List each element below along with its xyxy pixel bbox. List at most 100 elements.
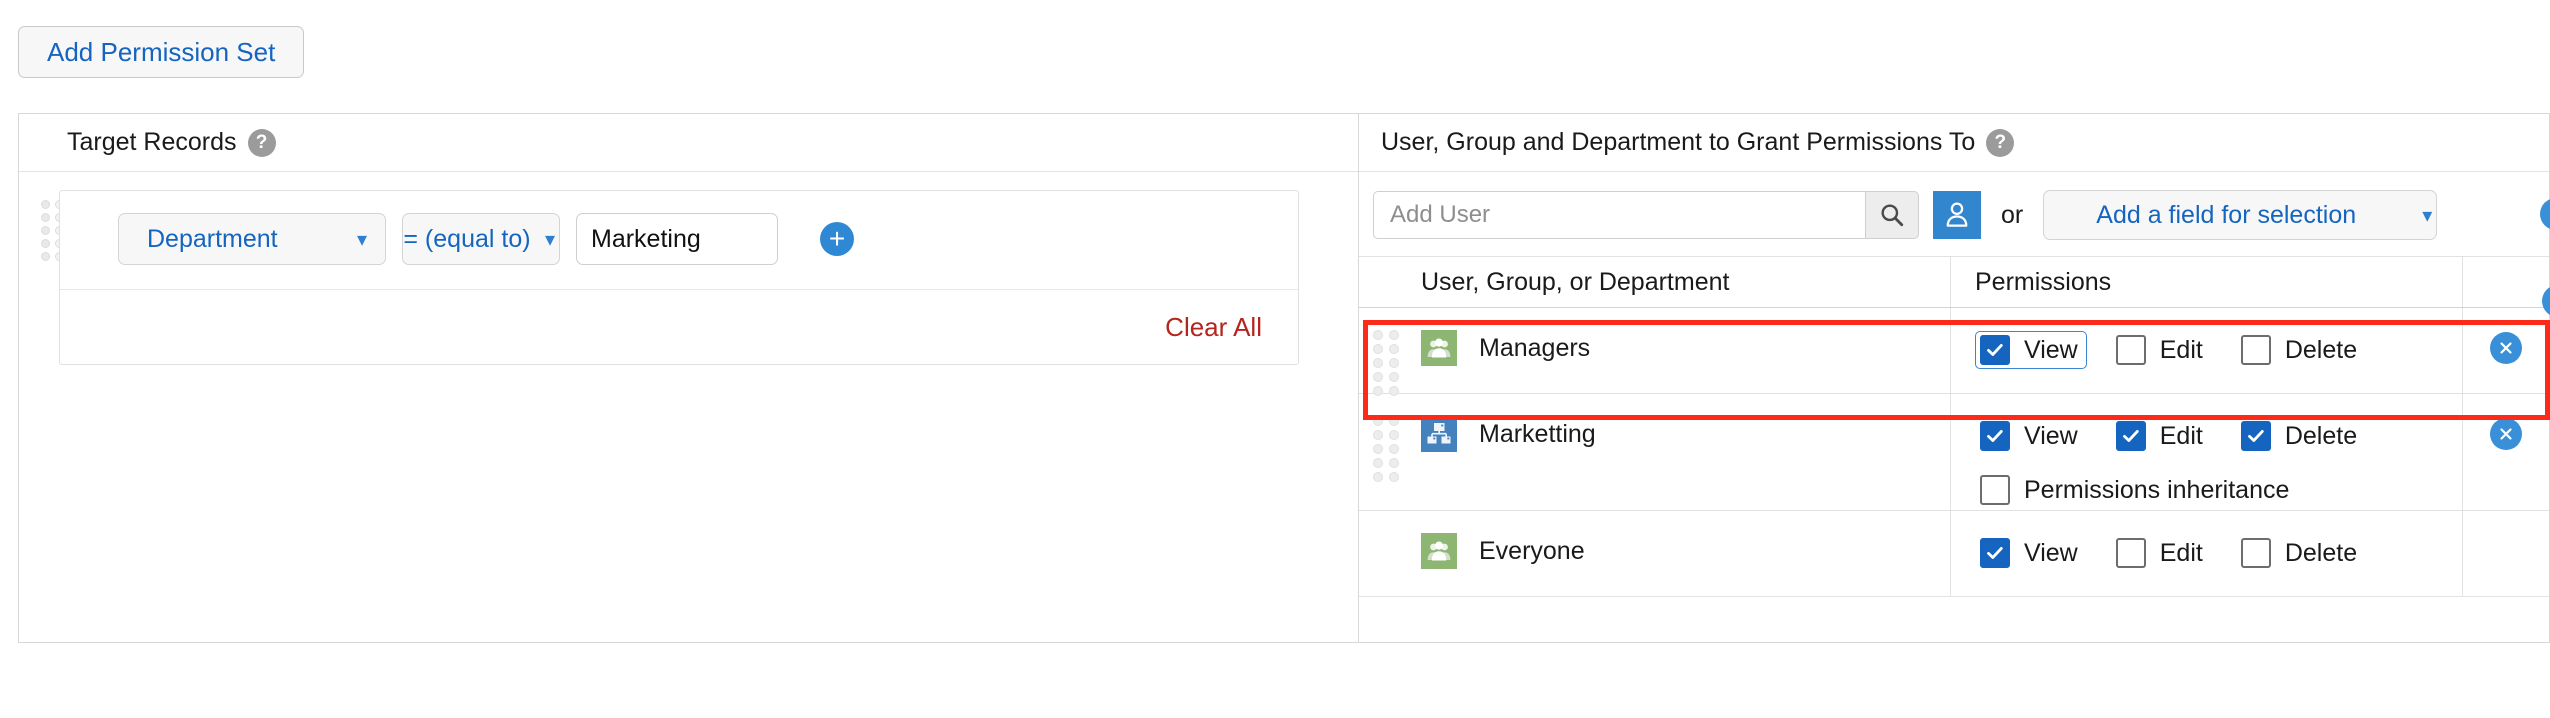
table-row: Marketting View Edit Delete Permissions inhe…	[1359, 394, 2549, 511]
entity: Managers	[1421, 330, 1590, 366]
permission-line: View Edit Delete	[1975, 416, 2390, 456]
entity: Marketting	[1421, 416, 1596, 452]
checkbox-box	[1980, 421, 2010, 451]
add-user-row: or Add a field for selection ▾	[1359, 172, 2549, 256]
user-icon	[1946, 202, 1968, 227]
row-drag-handle[interactable]	[1373, 416, 1403, 482]
clear-all-button[interactable]: Clear All	[1165, 312, 1262, 343]
check-icon	[1987, 547, 2003, 559]
check-icon	[1987, 430, 2003, 442]
entity-cell: Everyone	[1359, 511, 1951, 596]
table-row: Everyone View Edit Delete	[1359, 511, 2549, 597]
permission-delete-checkbox[interactable]: Delete	[2236, 331, 2366, 369]
checkbox-box	[2240, 538, 2271, 568]
search-button[interactable]	[1865, 191, 1919, 239]
permissions-cell: View Edit Delete	[1951, 511, 2463, 596]
user-picker-button[interactable]	[1933, 191, 1981, 239]
checkbox-box	[2240, 335, 2271, 365]
checkbox-box	[2115, 335, 2146, 365]
permission-delete-checkbox[interactable]: Delete	[2236, 417, 2366, 455]
table-header-row: User, Group, or Department Permissions	[1359, 256, 2549, 308]
target-records-panel: Target Records ? Department ▾ = (equal t…	[18, 113, 1358, 643]
entity: Everyone	[1421, 533, 1585, 569]
target-records-header: Target Records ?	[19, 114, 1358, 172]
table-body: Managers View Edit Delete Marketting View Edit…	[1359, 308, 2549, 597]
add-permission-set-button[interactable]: Add Permission Set	[18, 26, 305, 78]
check-icon	[2247, 430, 2264, 442]
search-icon	[1881, 204, 1904, 227]
filter-row: Department ▾ = (equal to) ▾ +	[60, 191, 1298, 290]
add-field-label: Add a field for selection	[2096, 200, 2357, 229]
entity-name: Everyone	[1479, 536, 1585, 565]
inheritance-line: Permissions inheritance	[1975, 470, 2322, 510]
add-filter-button[interactable]: +	[820, 222, 854, 256]
permission-edit-checkbox[interactable]: Edit	[2111, 331, 2212, 369]
checkbox-box	[1980, 538, 2010, 568]
inheritance-label: Permissions inheritance	[2024, 475, 2290, 504]
chevron-down-icon: ▾	[356, 228, 367, 251]
column-header-name: User, Group, or Department	[1359, 257, 1951, 307]
checkbox-box	[2240, 421, 2271, 451]
permission-edit-checkbox[interactable]: Edit	[2111, 417, 2212, 455]
remove-row-button[interactable]	[2490, 418, 2522, 450]
group-icon	[1421, 533, 1457, 569]
permission-label: View	[2024, 335, 2078, 364]
checkbox-box	[1980, 475, 2010, 505]
actions-cell	[2463, 308, 2549, 393]
permission-label: View	[2024, 538, 2078, 567]
remove-row-button[interactable]	[2490, 332, 2522, 364]
add-field-select[interactable]: Add a field for selection ▾	[2043, 190, 2438, 240]
filter-value-input[interactable]	[576, 213, 778, 265]
permission-label: Edit	[2159, 421, 2203, 450]
permission-view-checkbox[interactable]: View	[1975, 417, 2087, 455]
or-label: or	[2001, 200, 2024, 229]
permission-view-checkbox[interactable]: View	[1975, 534, 2087, 572]
grant-permissions-title: User, Group and Department to Grant Perm…	[1381, 128, 1976, 156]
permission-label: View	[2024, 421, 2078, 450]
help-circle-icon[interactable]: ?	[247, 128, 276, 157]
table-row: Managers View Edit Delete	[1359, 308, 2549, 396]
close-circle-icon	[2500, 428, 2512, 440]
entity-cell: Managers	[1359, 308, 1951, 396]
panels-container: Target Records ? Department ▾ = (equal t…	[18, 113, 2550, 643]
permission-line: View Edit Delete	[1975, 533, 2390, 573]
permission-label: Delete	[2284, 538, 2358, 567]
entity-name: Managers	[1479, 333, 1591, 362]
permission-delete-checkbox[interactable]: Delete	[2236, 534, 2366, 572]
filter-operator-select[interactable]: = (equal to) ▾	[402, 213, 560, 265]
group-icon	[1427, 541, 1451, 561]
permissions-editor-screen: Add Permission Set Target Records ? Depa…	[0, 0, 2550, 718]
column-header-actions	[2463, 257, 2549, 307]
check-icon	[2122, 430, 2139, 442]
permission-label: Edit	[2159, 538, 2203, 567]
department-icon	[1421, 416, 1457, 452]
grant-permissions-header: User, Group and Department to Grant Perm…	[1359, 114, 2549, 172]
permission-label: Edit	[2159, 335, 2203, 364]
filter-field-select[interactable]: Department ▾	[118, 213, 386, 265]
actions-cell	[2463, 394, 2549, 510]
grant-permissions-panel: User, Group and Department to Grant Perm…	[1358, 113, 2550, 643]
clear-all-row: Clear All	[60, 290, 1298, 364]
add-user-input[interactable]	[1373, 191, 1865, 239]
department-icon	[1427, 423, 1451, 444]
row-drag-handle[interactable]	[1373, 330, 1403, 396]
permission-view-checkbox[interactable]: View	[1975, 331, 2087, 369]
group-icon	[1427, 338, 1451, 358]
help-circle-icon[interactable]: ?	[1986, 128, 2015, 157]
check-icon	[1987, 344, 2003, 356]
permissions-cell: View Edit Delete	[1951, 308, 2463, 393]
permissions-inheritance-checkbox[interactable]: Permissions inheritance	[1975, 471, 2298, 509]
toolbar: Add Permission Set	[18, 26, 305, 78]
permission-label: Delete	[2284, 421, 2358, 450]
permissions-table: User, Group, or Department Permissions M…	[1359, 256, 2549, 642]
chevron-down-icon: ▾	[544, 228, 555, 251]
permissions-cell: View Edit Delete Permissions inheritance	[1951, 394, 2463, 510]
search-box	[1373, 191, 1919, 239]
checkbox-box	[2115, 421, 2146, 451]
target-records-title: Target Records	[67, 128, 237, 156]
entity-cell: Marketting	[1359, 394, 1951, 510]
close-circle-icon	[2500, 342, 2512, 354]
permission-label: Delete	[2284, 335, 2358, 364]
permission-edit-checkbox[interactable]: Edit	[2111, 534, 2212, 572]
filter-operator-value: = (equal to)	[403, 224, 531, 253]
